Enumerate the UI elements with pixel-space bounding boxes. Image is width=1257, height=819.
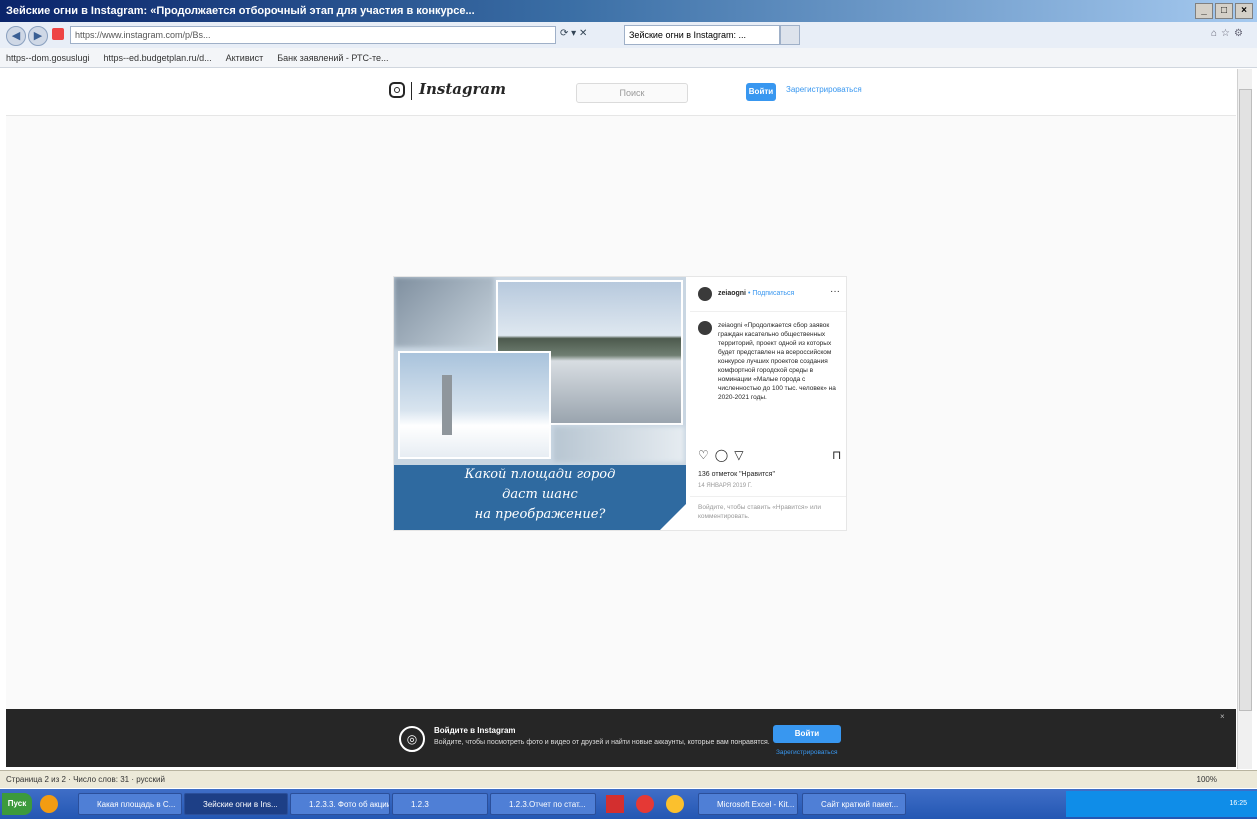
- avatar[interactable]: [698, 321, 712, 335]
- favicon-icon: [52, 28, 64, 40]
- forward-icon[interactable]: ▶: [28, 26, 48, 46]
- window-titlebar: Зейские огни в Instagram: «Продолжается …: [0, 0, 1257, 22]
- favorites-item[interactable]: https--ed.budgetplan.ru/d...: [104, 48, 212, 67]
- taskbar-button[interactable]: 1.2.3.Отчет по стат...: [490, 793, 596, 815]
- url-field[interactable]: https://www.instagram.com/p/Bs...: [70, 26, 556, 44]
- clock[interactable]: 16:25: [1229, 800, 1247, 807]
- banner-title: Войдите в Instagram: [434, 726, 516, 735]
- chrome-icon[interactable]: [666, 795, 684, 813]
- status-bar: Страница 2 из 2 · Число слов: 31 · русск…: [0, 770, 1257, 788]
- browser-icon[interactable]: [636, 795, 654, 813]
- post-image[interactable]: Какой площади город даст шанс на преобра…: [394, 277, 686, 530]
- app-icon[interactable]: [40, 795, 58, 813]
- browser-tab[interactable]: Зейские огни в Instagram: ...: [624, 25, 780, 45]
- photo-monument: [398, 351, 551, 459]
- share-icon[interactable]: ▽: [734, 448, 743, 462]
- heart-icon[interactable]: ♡: [698, 448, 709, 462]
- blurred-photo: [394, 277, 494, 347]
- close-window-button[interactable]: ×: [1235, 3, 1253, 19]
- settings-icon[interactable]: ⌂☆⚙: [1211, 28, 1247, 39]
- back-icon[interactable]: ◀: [6, 26, 26, 46]
- favorites-bar: https--dom.gosuslugi https--ed.budgetpla…: [0, 48, 1257, 68]
- post-actions: ♡ ◯ ▽: [698, 448, 743, 462]
- username[interactable]: zeiaogni: [718, 290, 746, 297]
- comment-icon[interactable]: ◯: [715, 448, 728, 462]
- post-banner: Какой площади город даст шанс на преобра…: [394, 465, 686, 530]
- taskbar-button[interactable]: Microsoft Excel - Kit...: [698, 793, 798, 815]
- refresh-icon[interactable]: ⟳ ▾ ✕: [560, 28, 587, 39]
- bookmark-icon[interactable]: ⊓: [832, 448, 841, 462]
- likes-count[interactable]: 136 отметок "Нравится": [698, 471, 775, 478]
- window-title: Зейские огни в Instagram: «Продолжается …: [6, 5, 475, 17]
- signup-link[interactable]: Зарегистрироваться: [786, 85, 862, 94]
- post-sidebar: zeiaogni • Подписаться ··· zeiaogni «Про…: [690, 277, 846, 530]
- caption-text: zeiaogni «Продолжается сбор заявок гражд…: [718, 322, 836, 401]
- banner-signup-link[interactable]: Зарегистрироваться: [776, 749, 837, 756]
- more-options-icon[interactable]: ···: [830, 286, 840, 297]
- search-input[interactable]: Поиск: [576, 83, 688, 103]
- instagram-icon: ◎: [399, 726, 425, 752]
- maximize-button[interactable]: □: [1215, 3, 1233, 19]
- follow-link[interactable]: • Подписаться: [748, 290, 794, 297]
- instagram-logo[interactable]: Instagram: [419, 80, 506, 98]
- instagram-icon[interactable]: [389, 82, 405, 98]
- close-icon[interactable]: ×: [1220, 712, 1225, 721]
- post-card: Какой площади город даст шанс на преобра…: [393, 276, 847, 531]
- login-button[interactable]: Войти: [746, 83, 776, 101]
- login-banner: ◎ Войдите в Instagram Войдите, чтобы пос…: [6, 709, 1236, 767]
- taskbar-button[interactable]: 1.2.3.3. Фото об акции: [290, 793, 390, 815]
- blurred-photo: [554, 427, 684, 462]
- taskbar-button[interactable]: Какая площадь в С...: [78, 793, 182, 815]
- post-header: zeiaogni • Подписаться ···: [690, 277, 846, 312]
- taskbar-button[interactable]: Сайт краткий пакет...: [802, 793, 906, 815]
- taskbar-button[interactable]: 1.2.3: [392, 793, 488, 815]
- banner-line: Какой площади город: [464, 467, 616, 482]
- monument-shape: [442, 375, 452, 435]
- banner-line: на преображение?: [474, 507, 606, 522]
- vertical-scrollbar[interactable]: [1237, 69, 1252, 769]
- system-tray: 16:25: [1066, 791, 1257, 817]
- post-footer: Войдите, чтобы ставить «Нравится» или ко…: [690, 496, 846, 520]
- login-to-like-text[interactable]: Войдите, чтобы ставить «Нравится» или ко…: [698, 503, 838, 521]
- address-bar: ◀ ▶ https://www.instagram.com/p/Bs... ⟳ …: [0, 22, 1257, 49]
- status-text: Страница 2 из 2 · Число слов: 31 · русск…: [6, 775, 165, 784]
- post-date: 14 ЯНВАРЯ 2019 Г.: [698, 483, 752, 489]
- favorites-item[interactable]: Активист: [226, 48, 264, 67]
- new-tab-button[interactable]: [780, 25, 800, 45]
- banner-line: даст шанс: [502, 487, 578, 502]
- pdf-icon[interactable]: [606, 795, 624, 813]
- taskbar: Пуск Какая площадь в С... Зейские огни в…: [0, 789, 1257, 819]
- instagram-header: Instagram Поиск Войти Зарегистрироваться: [6, 69, 1236, 116]
- minimize-button[interactable]: _: [1195, 3, 1213, 19]
- banner-text: Войдите, чтобы посмотреть фото и видео о…: [434, 739, 770, 746]
- logo-divider: [411, 82, 412, 100]
- favorites-item[interactable]: Банк заявлений - РТС-те...: [277, 48, 388, 67]
- start-button[interactable]: Пуск: [2, 793, 32, 815]
- page-content: Instagram Поиск Войти Зарегистрироваться…: [6, 69, 1236, 709]
- banner-login-button[interactable]: Войти: [773, 725, 841, 743]
- scrollbar-thumb[interactable]: [1239, 89, 1252, 711]
- avatar[interactable]: [698, 287, 712, 301]
- taskbar-button[interactable]: Зейские огни в Ins...: [184, 793, 288, 815]
- zoom-level[interactable]: 100%: [1197, 771, 1217, 789]
- favorites-item[interactable]: https--dom.gosuslugi: [6, 48, 90, 67]
